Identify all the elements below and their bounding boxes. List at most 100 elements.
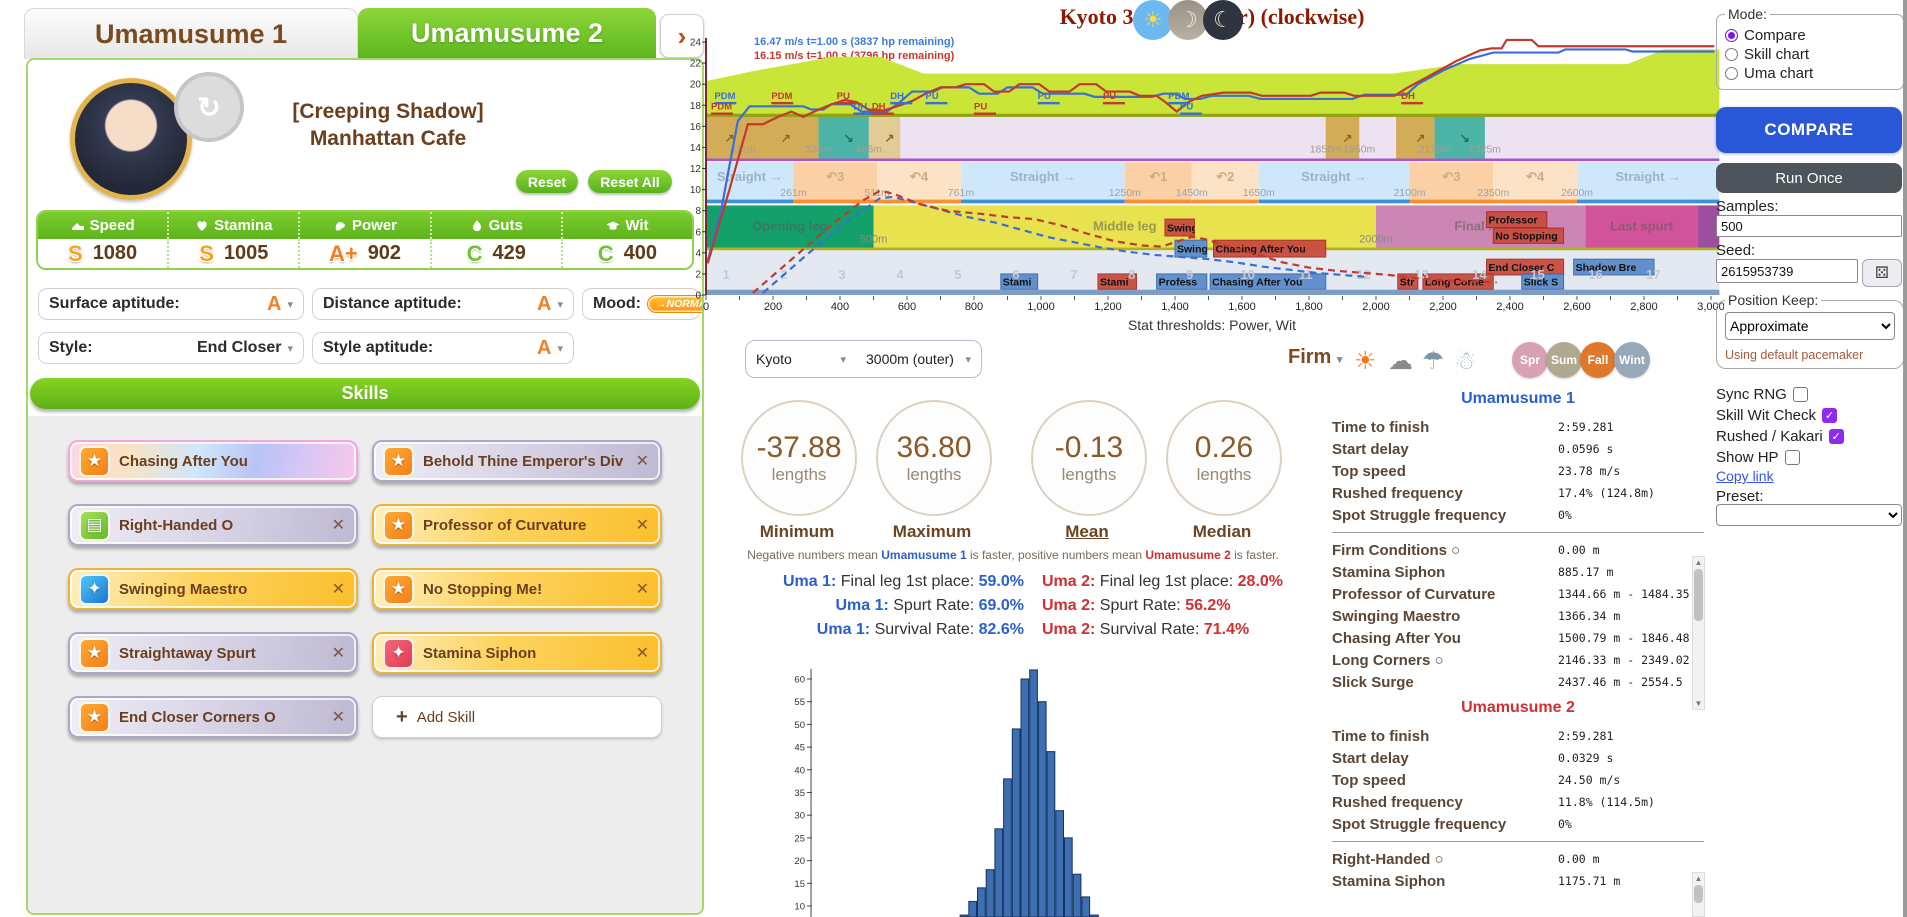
mood-select[interactable]: Mood: →NORMAL [582,288,702,320]
remove-skill-icon[interactable]: ✕ [332,579,347,599]
distance-select[interactable]: 3000m (outer) ▾ [856,340,982,378]
season-sum[interactable]: Sum [1546,342,1582,378]
checkbox-sync-rng[interactable]: Sync RNG [1716,384,1844,405]
stat-number: 1005 [223,242,269,264]
remove-skill-icon[interactable]: ✕ [332,515,347,535]
lengths-value: 0.26 [1194,431,1254,464]
skill-chip[interactable]: ✦ Swinging Maestro ✕ [68,568,358,610]
weather-sunny-icon[interactable]: ☀ [1354,346,1376,376]
time-night-icon[interactable]: ☾ [1203,0,1243,40]
weather-rainy-icon[interactable]: ☂ [1422,346,1444,376]
svg-text:1,400: 1,400 [1161,301,1189,313]
checkbox-skill-wit-check[interactable]: Skill Wit Check ✓ [1716,405,1844,426]
stat-value-speed[interactable]: S 1080 [38,239,170,268]
finish-time-histogram-svg: 10 15 20 25 30 35 40 45 50 55 60 [794,669,1099,917]
remove-skill-icon[interactable]: ✕ [332,643,347,663]
run-once-button[interactable]: Run Once [1716,163,1902,193]
svg-text:↶4: ↶4 [1525,169,1545,184]
remove-skill-icon[interactable]: ✕ [636,643,651,663]
skill-chip[interactable]: ★ End Closer Corners O ✕ [68,696,358,738]
skill-chip[interactable]: ★ No Stopping Me! ✕ [372,568,662,610]
copy-link[interactable]: Copy link [1716,468,1774,484]
weather-cloudy-icon[interactable]: ☁ [1388,346,1413,376]
svg-text:↗: ↗ [885,131,895,145]
rank-badge: A+ [328,240,358,266]
svg-text:60: 60 [794,675,805,686]
surface-aptitude-select[interactable]: Surface aptitude: A ▾ [38,288,304,320]
skill-chip[interactable]: ★ Chasing After You [68,440,358,482]
skill-icon: ★ [383,573,414,605]
checkbox-rushed-kakari[interactable]: Rushed / Kakari ✓ [1716,426,1844,447]
uma2-stat-row: Start delay 0.0329 s [1332,749,1614,767]
skill-name: End Closer Corners O [119,708,276,726]
skill-chip[interactable]: ★ Professor of Curvature ✕ [372,504,662,546]
svg-text:35: 35 [794,788,805,799]
style-aptitude-select[interactable]: Style aptitude: A ▾ [312,332,574,364]
uma1-skill-distances-list[interactable]: Firm Conditions ○ 0.00 m Stamina Siphon 885… [1332,539,1704,691]
position-keep-select[interactable]: Approximate [1725,312,1895,340]
time-twilight-icon[interactable]: ☽ [1168,0,1208,40]
svg-text:2175m: 2175m [1419,144,1451,156]
checkbox-show-hp[interactable]: Show HP [1716,447,1844,468]
reset-all-button[interactable]: Reset All [588,170,672,193]
remove-skill-icon[interactable]: ✕ [332,707,347,727]
svg-text:↗: ↗ [781,131,791,145]
uma2-skill-distances-list[interactable]: Right-Handed ○ 0.00 m Stamina Siphon 1175.7… [1332,848,1704,896]
add-skill-button[interactable]: + Add Skill [372,696,662,738]
outfit-swap-icon[interactable]: ↻ [174,72,244,142]
svg-text:PDM: PDM [714,91,735,102]
style-aptitude-label: Style aptitude: [323,339,434,356]
skill-chip[interactable]: ★ Straightaway Spurt ✕ [68,632,358,674]
remove-skill-icon[interactable]: ✕ [636,515,651,535]
reset-button[interactable]: Reset [516,170,578,193]
weather-snowy-icon[interactable]: ☃ [1454,346,1476,376]
svg-text:5: 5 [954,267,961,282]
time-day-icon[interactable]: ☀ [1133,0,1173,40]
stat-value-power[interactable]: A+ 902 [300,239,432,268]
stat-value-stamina[interactable]: S 1005 [169,239,301,268]
style-aptitude-value: A [537,336,552,359]
season-spr[interactable]: Spr [1512,342,1548,378]
track-select[interactable]: Kyoto ▾ [745,340,857,378]
random-seed-button[interactable]: ⚄ [1862,259,1902,287]
position-keep-legend: Position Keep: [1728,292,1819,308]
season-wint[interactable]: Wint [1614,342,1650,378]
season-fall[interactable]: Fall [1580,342,1616,378]
avatar[interactable] [70,78,192,200]
preset-select[interactable] [1716,504,1902,526]
distance-aptitude-select[interactable]: Distance aptitude: A ▾ [312,288,574,320]
ground-condition-select[interactable]: Firm ▾ [1288,346,1342,369]
seed-input[interactable] [1716,259,1858,283]
tab-umamusume-1[interactable]: Umamusume 1 [24,8,358,59]
style-select[interactable]: Style: End Closer ▾ [38,332,304,364]
mode-option-uma-chart[interactable]: Uma chart [1725,64,1895,83]
svg-text:6: 6 [695,227,701,238]
uma2-rates: Uma 2: Final leg 1st place: 28.0% Uma 2: … [1042,570,1342,642]
mode-legend: Mode: [1728,6,1767,22]
rank-badge: S [199,240,214,266]
remove-skill-icon[interactable]: ✕ [636,579,651,599]
skill-name: Right-Handed O [119,516,234,534]
stat-value-guts[interactable]: C 429 [432,239,563,268]
skill-icon: ★ [79,701,110,733]
compare-button[interactable]: COMPARE [1716,107,1902,153]
svg-text:Chasing After You: Chasing After You [1216,244,1306,256]
svg-text:4: 4 [695,248,701,259]
cap-icon [606,221,620,230]
skill-chip[interactable]: ★ Behold Thine Emperor's Div ✕ [372,440,662,482]
uma2-skill-list-scrollbar[interactable]: ▲ [1692,872,1705,917]
skill-chip[interactable]: ✦ Stamina Siphon ✕ [372,632,662,674]
mode-option-skill-chart[interactable]: Skill chart [1725,45,1895,64]
svg-text:1250m: 1250m [1109,187,1141,199]
svg-text:Chasing After You: Chasing After You [1212,277,1302,289]
samples-input[interactable] [1716,215,1902,237]
distance-aptitude-label: Distance aptitude: [323,295,462,312]
style-label: Style: [49,339,93,356]
uma2-stat-row: Time to finish 2:59.281 [1332,727,1614,745]
mode-option-compare[interactable]: Compare [1725,26,1895,45]
tab-umamusume-2[interactable]: Umamusume 2 [358,8,656,58]
skill-chip[interactable]: ▤ Right-Handed O ✕ [68,504,358,546]
uma1-skill-list-scrollbar[interactable]: ▲ ▼ [1692,556,1705,710]
stat-value-wit[interactable]: C 400 [563,239,692,268]
remove-skill-icon[interactable]: ✕ [636,451,651,471]
